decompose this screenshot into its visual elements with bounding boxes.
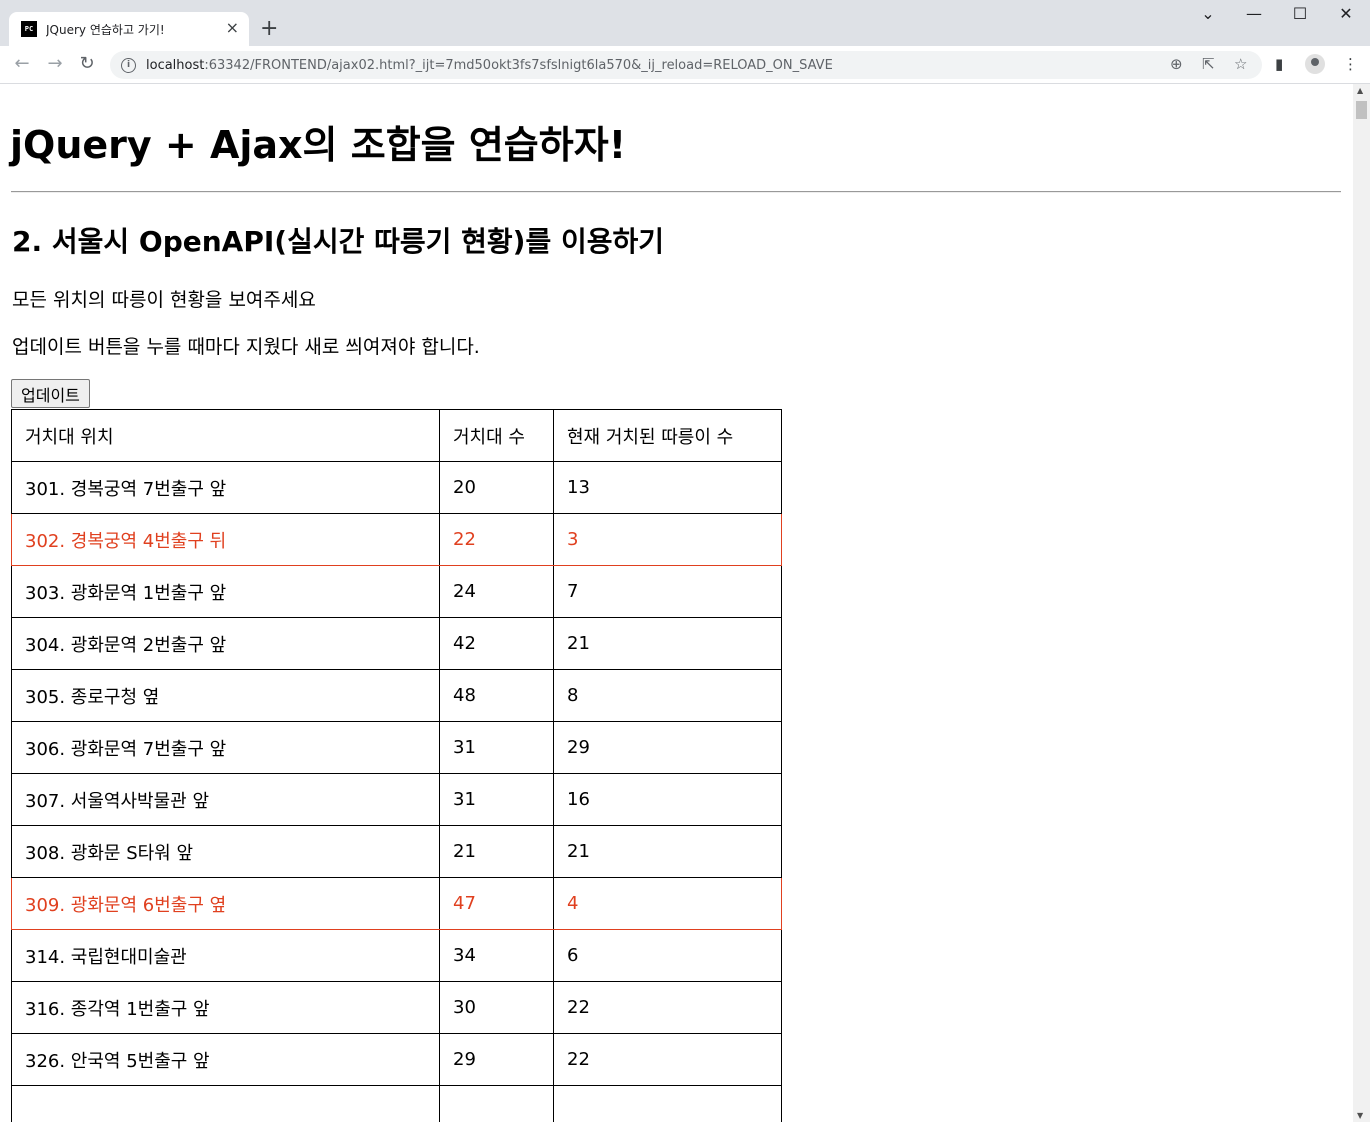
minimize-icon[interactable]: — [1244,4,1264,23]
cell-location: 316. 종각역 1번출구 앞 [11,981,440,1034]
tab-title: JQuery 연습하고 가기! [46,22,165,37]
table-row: 308. 광화문 S타워 앞 21 21 [11,825,782,878]
cell-location: 306. 광화문역 7번출구 앞 [11,721,440,774]
new-tab-icon[interactable]: + [260,17,278,41]
browser-tab[interactable]: PC JQuery 연습하고 가기! × [9,12,249,46]
cell-racks: 24 [439,565,554,618]
table-row: 301. 경복궁역 7번출구 앞 20 13 [11,461,782,514]
cell-bikes: 22 [553,981,782,1034]
cell-bikes: 29 [553,721,782,774]
table-row [11,1085,782,1122]
tab-strip: PC JQuery 연습하고 가기! × + ⌄ — ☐ ✕ [0,0,1370,46]
cell-racks: 31 [439,773,554,826]
tab-search-icon[interactable]: ⌄ [1198,4,1218,23]
kebab-menu-icon[interactable]: ⋮ [1343,55,1358,73]
table-row: 326. 안국역 5번출구 앞 29 22 [11,1033,782,1086]
scroll-up-icon[interactable]: ▲ [1357,86,1363,95]
bike-station-table: 거치대 위치 거치대 수 현재 거치된 따릉이 수 301. 경복궁역 7번출구… [11,409,782,1122]
pycharm-favicon-icon: PC [21,21,37,37]
table-row: 304. 광화문역 2번출구 앞 42 21 [11,617,782,670]
star-icon[interactable]: ☆ [1234,55,1247,73]
maximize-icon[interactable]: ☐ [1290,4,1310,23]
page-viewport: jQuery + Ajax의 조합을 연습하자! 2. 서울시 OpenAPI(… [0,84,1353,1122]
cell-bikes: 21 [553,825,782,878]
cell-bikes: 7 [553,565,782,618]
cell-location: 309. 광화문역 6번출구 옆 [11,877,440,930]
cell-racks: 31 [439,721,554,774]
divider [11,191,1341,193]
cell-racks: 29 [439,1033,554,1086]
cell-location: 305. 종로구청 옆 [11,669,440,722]
cell-racks: 21 [439,825,554,878]
update-button[interactable]: 업데이트 [11,379,90,408]
cell-location: 303. 광화문역 1번출구 앞 [11,565,440,618]
cell-bikes: 13 [553,461,782,514]
url-path: :63342/FRONTEND/ajax02.html?_ijt=7md50ok… [204,57,833,73]
reload-icon[interactable]: ↻ [76,53,98,74]
scroll-thumb[interactable] [1356,101,1367,119]
cell-bikes: 22 [553,1033,782,1086]
cell-racks: 22 [439,513,554,566]
browser-toolbar: ← → ↻ i localhost:63342/FRONTEND/ajax02.… [0,46,1370,84]
description-1: 모든 위치의 따릉이 현황을 보여주세요 [12,289,316,311]
cell-racks: 47 [439,877,554,930]
table-row: 305. 종로구청 옆 48 8 [11,669,782,722]
forward-arrow-icon[interactable]: → [44,53,66,74]
cell-racks: 42 [439,617,554,670]
header-location: 거치대 위치 [11,409,440,462]
cell-location [11,1085,440,1122]
cell-location: 301. 경복궁역 7번출구 앞 [11,461,440,514]
cell-bikes: 6 [553,929,782,982]
header-bikes: 현재 거치된 따릉이 수 [553,409,782,462]
cell-bikes: 16 [553,773,782,826]
table-row: 306. 광화문역 7번출구 앞 31 29 [11,721,782,774]
cell-location: 302. 경복궁역 4번출구 뒤 [11,513,440,566]
url-host: localhost [146,57,205,73]
url-text[interactable]: localhost:63342/FRONTEND/ajax02.html?_ij… [146,58,833,73]
table-row: 307. 서울역사박물관 앞 31 16 [11,773,782,826]
cell-bikes: 4 [553,877,782,930]
page-title: jQuery + Ajax의 조합을 연습하자! [10,123,627,167]
cell-racks: 34 [439,929,554,982]
vertical-scrollbar[interactable]: ▲ ▼ [1353,84,1370,1122]
cell-bikes: 3 [553,513,782,566]
share-icon[interactable]: ⇱ [1202,55,1215,73]
description-2: 업데이트 버튼을 누를 때마다 지웠다 새로 씌여져야 합니다. [12,336,480,358]
table-row: 302. 경복궁역 4번출구 뒤 22 3 [11,513,782,566]
cell-bikes: 21 [553,617,782,670]
profile-avatar[interactable] [1305,54,1325,74]
info-icon[interactable]: i [121,57,136,73]
cell-bikes: 8 [553,669,782,722]
table-row: 316. 종각역 1번출구 앞 30 22 [11,981,782,1034]
zoom-icon[interactable]: ⊕ [1170,55,1183,73]
cell-bikes [553,1085,782,1122]
table-body: 301. 경복궁역 7번출구 앞 20 13 302. 경복궁역 4번출구 뒤 22 3 3… [11,461,782,1122]
cell-location: 308. 광화문 S타워 앞 [11,825,440,878]
cell-location: 326. 안국역 5번출구 앞 [11,1033,440,1086]
address-bar[interactable]: i localhost:63342/FRONTEND/ajax02.html?_… [110,51,1262,79]
table-row: 309. 광화문역 6번출구 옆 47 4 [11,877,782,930]
cell-location: 314. 국립현대미술관 [11,929,440,982]
cell-racks: 30 [439,981,554,1034]
table-row: 303. 광화문역 1번출구 앞 24 7 [11,565,782,618]
cell-location: 307. 서울역사박물관 앞 [11,773,440,826]
cell-racks: 20 [439,461,554,514]
cell-racks [439,1085,554,1122]
cell-location: 304. 광화문역 2번출구 앞 [11,617,440,670]
table-row: 314. 국립현대미술관 34 6 [11,929,782,982]
window-close-icon[interactable]: ✕ [1336,4,1356,23]
section-title: 2. 서울시 OpenAPI(실시간 따릉기 현황)를 이용하기 [12,225,664,258]
table-header-row: 거치대 위치 거치대 수 현재 거치된 따릉이 수 [11,409,782,462]
header-racks: 거치대 수 [439,409,554,462]
scroll-down-icon[interactable]: ▼ [1357,1111,1363,1120]
cell-racks: 48 [439,669,554,722]
side-panel-icon[interactable]: ▮ [1275,55,1283,73]
back-arrow-icon[interactable]: ← [11,53,33,74]
tab-close-icon[interactable]: × [226,20,239,36]
